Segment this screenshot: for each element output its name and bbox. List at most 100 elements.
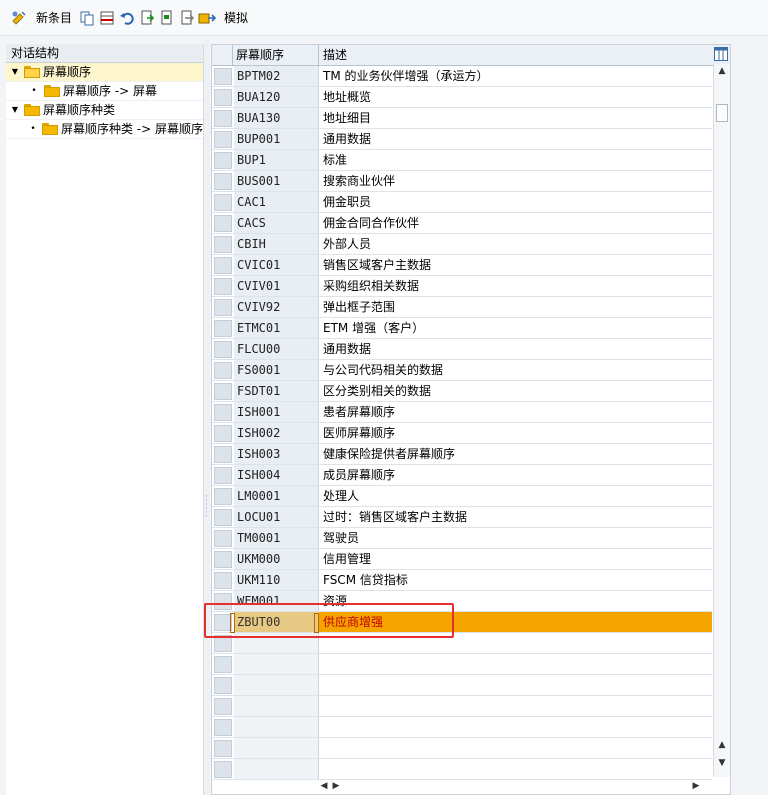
screen-sequence-cell[interactable]: CVIC01	[234, 255, 319, 275]
screen-sequence-cell[interactable]: BUA130	[234, 108, 319, 128]
row-selector[interactable]	[214, 320, 232, 337]
vertical-scrollbar[interactable]: ▲ ▲ ▼	[713, 64, 730, 777]
row-selector[interactable]	[214, 488, 232, 505]
expand-triangle-icon[interactable]: ▼	[10, 63, 20, 81]
table-row[interactable]: BUS001 搜索商业伙伴	[212, 171, 712, 192]
row-selector[interactable]	[214, 530, 232, 547]
description-cell[interactable]: 患者屏幕顺序	[319, 402, 712, 422]
description-cell[interactable]: 信用管理	[319, 549, 712, 569]
row-selector[interactable]	[214, 425, 232, 442]
empty-table-row[interactable]	[212, 675, 712, 696]
row-selector[interactable]	[214, 89, 232, 106]
table-row[interactable]: ISH003 健康保险提供者屏幕顺序	[212, 444, 712, 465]
screen-sequence-cell[interactable]: UKM110	[234, 570, 319, 590]
description-cell[interactable]	[319, 675, 712, 695]
row-selector[interactable]	[214, 110, 232, 127]
delete-button[interactable]	[98, 6, 118, 30]
row-selector[interactable]	[214, 740, 232, 757]
row-selector[interactable]	[214, 341, 232, 358]
table-row[interactable]: BUP001 通用数据	[212, 129, 712, 150]
description-cell[interactable]: FSCM 信贷指标	[319, 570, 712, 590]
screen-sequence-cell[interactable]: TM0001	[234, 528, 319, 548]
scroll-right-icon[interactable]: ▶	[330, 778, 342, 794]
scroll-right-end-icon[interactable]: ▶	[690, 778, 702, 794]
description-cell[interactable]: 搜索商业伙伴	[319, 171, 712, 191]
screen-sequence-cell[interactable]: CAC1	[234, 192, 319, 212]
table-settings-icon[interactable]	[714, 47, 728, 61]
row-selector[interactable]	[214, 299, 232, 316]
table-row[interactable]: TM0001 驾驶员	[212, 528, 712, 549]
description-cell[interactable]: 通用数据	[319, 339, 712, 359]
row-selector[interactable]	[214, 68, 232, 85]
screen-sequence-cell[interactable]: CVIV92	[234, 297, 319, 317]
screen-sequence-cell[interactable]: FSDT01	[234, 381, 319, 401]
description-cell[interactable]: 佣金职员	[319, 192, 712, 212]
row-selector[interactable]	[214, 152, 232, 169]
description-cell[interactable]: ETM 增强（客户）	[319, 318, 712, 338]
screen-sequence-cell[interactable]: UKM000	[234, 549, 319, 569]
screen-sequence-cell[interactable]: BUP001	[234, 129, 319, 149]
table-row[interactable]: CVIC01 销售区域客户主数据	[212, 255, 712, 276]
description-cell[interactable]: 外部人员	[319, 234, 712, 254]
screen-sequence-cell[interactable]: ETMC01	[234, 318, 319, 338]
description-cell[interactable]: 成员屏幕顺序	[319, 465, 712, 485]
description-cell[interactable]: 驾驶员	[319, 528, 712, 548]
copy-button[interactable]	[78, 6, 98, 30]
select-block-button[interactable]	[158, 6, 178, 30]
scroll-thumb[interactable]	[716, 104, 728, 122]
screen-sequence-cell[interactable]: ISH002	[234, 423, 319, 443]
table-row[interactable]: ISH001 患者屏幕顺序	[212, 402, 712, 423]
table-row[interactable]: BPTM02 TM 的业务伙伴增强（承运方）	[212, 66, 712, 87]
tree-node-screen-sequence-screen[interactable]: • 屏幕顺序 -> 屏幕	[6, 82, 203, 101]
description-cell[interactable]: 采购组织相关数据	[319, 276, 712, 296]
screen-sequence-cell[interactable]: LOCU01	[234, 507, 319, 527]
table-row[interactable]: CBIH 外部人员	[212, 234, 712, 255]
screen-sequence-cell[interactable]: CACS	[234, 213, 319, 233]
screen-sequence-cell[interactable]: ISH003	[234, 444, 319, 464]
screen-sequence-cell[interactable]: LM0001	[234, 486, 319, 506]
empty-table-row[interactable]	[212, 738, 712, 759]
screen-sequence-cell[interactable]: ISH001	[234, 402, 319, 422]
description-cell[interactable]: 健康保险提供者屏幕顺序	[319, 444, 712, 464]
description-cell[interactable]	[319, 654, 712, 674]
panel-splitter[interactable]: · · · · · ·	[204, 40, 210, 795]
row-selector[interactable]	[214, 173, 232, 190]
description-cell[interactable]: 弹出框子范围	[319, 297, 712, 317]
table-row[interactable]: FSDT01 区分类别相关的数据	[212, 381, 712, 402]
table-row[interactable]: ETMC01 ETM 增强（客户）	[212, 318, 712, 339]
screen-sequence-cell[interactable]: BPTM02	[234, 66, 319, 86]
table-row[interactable]: BUA130 地址细目	[212, 108, 712, 129]
transport-button[interactable]	[198, 6, 218, 30]
screen-sequence-cell[interactable]	[234, 738, 319, 758]
description-cell[interactable]: 佣金合同合作伙伴	[319, 213, 712, 233]
description-cell[interactable]: 医师屏幕顺序	[319, 423, 712, 443]
description-cell[interactable]: 标准	[319, 150, 712, 170]
screen-sequence-cell[interactable]	[234, 717, 319, 737]
row-selector[interactable]	[214, 698, 232, 715]
tree-node-screen-sequence-category[interactable]: ▼ 屏幕顺序种类	[6, 101, 203, 120]
table-row[interactable]: CACS 佣金合同合作伙伴	[212, 213, 712, 234]
simulate-button[interactable]: 模拟	[218, 6, 254, 30]
description-cell[interactable]: 处理人	[319, 486, 712, 506]
row-selector[interactable]	[214, 362, 232, 379]
table-row[interactable]: UKM000 信用管理	[212, 549, 712, 570]
row-selector[interactable]	[214, 215, 232, 232]
row-selector[interactable]	[214, 509, 232, 526]
row-selector[interactable]	[214, 761, 232, 778]
table-row[interactable]: ISH002 医师屏幕顺序	[212, 423, 712, 444]
row-selector[interactable]	[214, 278, 232, 295]
table-row[interactable]: BUP1 标准	[212, 150, 712, 171]
scroll-up-end-icon[interactable]: ▲	[714, 738, 730, 752]
select-all-button[interactable]	[138, 6, 158, 30]
row-selector[interactable]	[214, 236, 232, 253]
description-cell[interactable]	[319, 717, 712, 737]
tree-node-category-sequence[interactable]: • 屏幕顺序种类 -> 屏幕顺序	[6, 120, 203, 139]
row-selector[interactable]	[214, 257, 232, 274]
new-entries-button[interactable]: 新条目	[30, 6, 78, 30]
screen-sequence-cell[interactable]	[234, 654, 319, 674]
description-cell[interactable]: TM 的业务伙伴增强（承运方）	[319, 66, 712, 86]
description-cell[interactable]: 过时：销售区域客户主数据	[319, 507, 712, 527]
horizontal-scrollbar[interactable]: ◀ ▶ ▶	[318, 778, 713, 794]
row-selector[interactable]	[214, 404, 232, 421]
deselect-all-button[interactable]	[178, 6, 198, 30]
